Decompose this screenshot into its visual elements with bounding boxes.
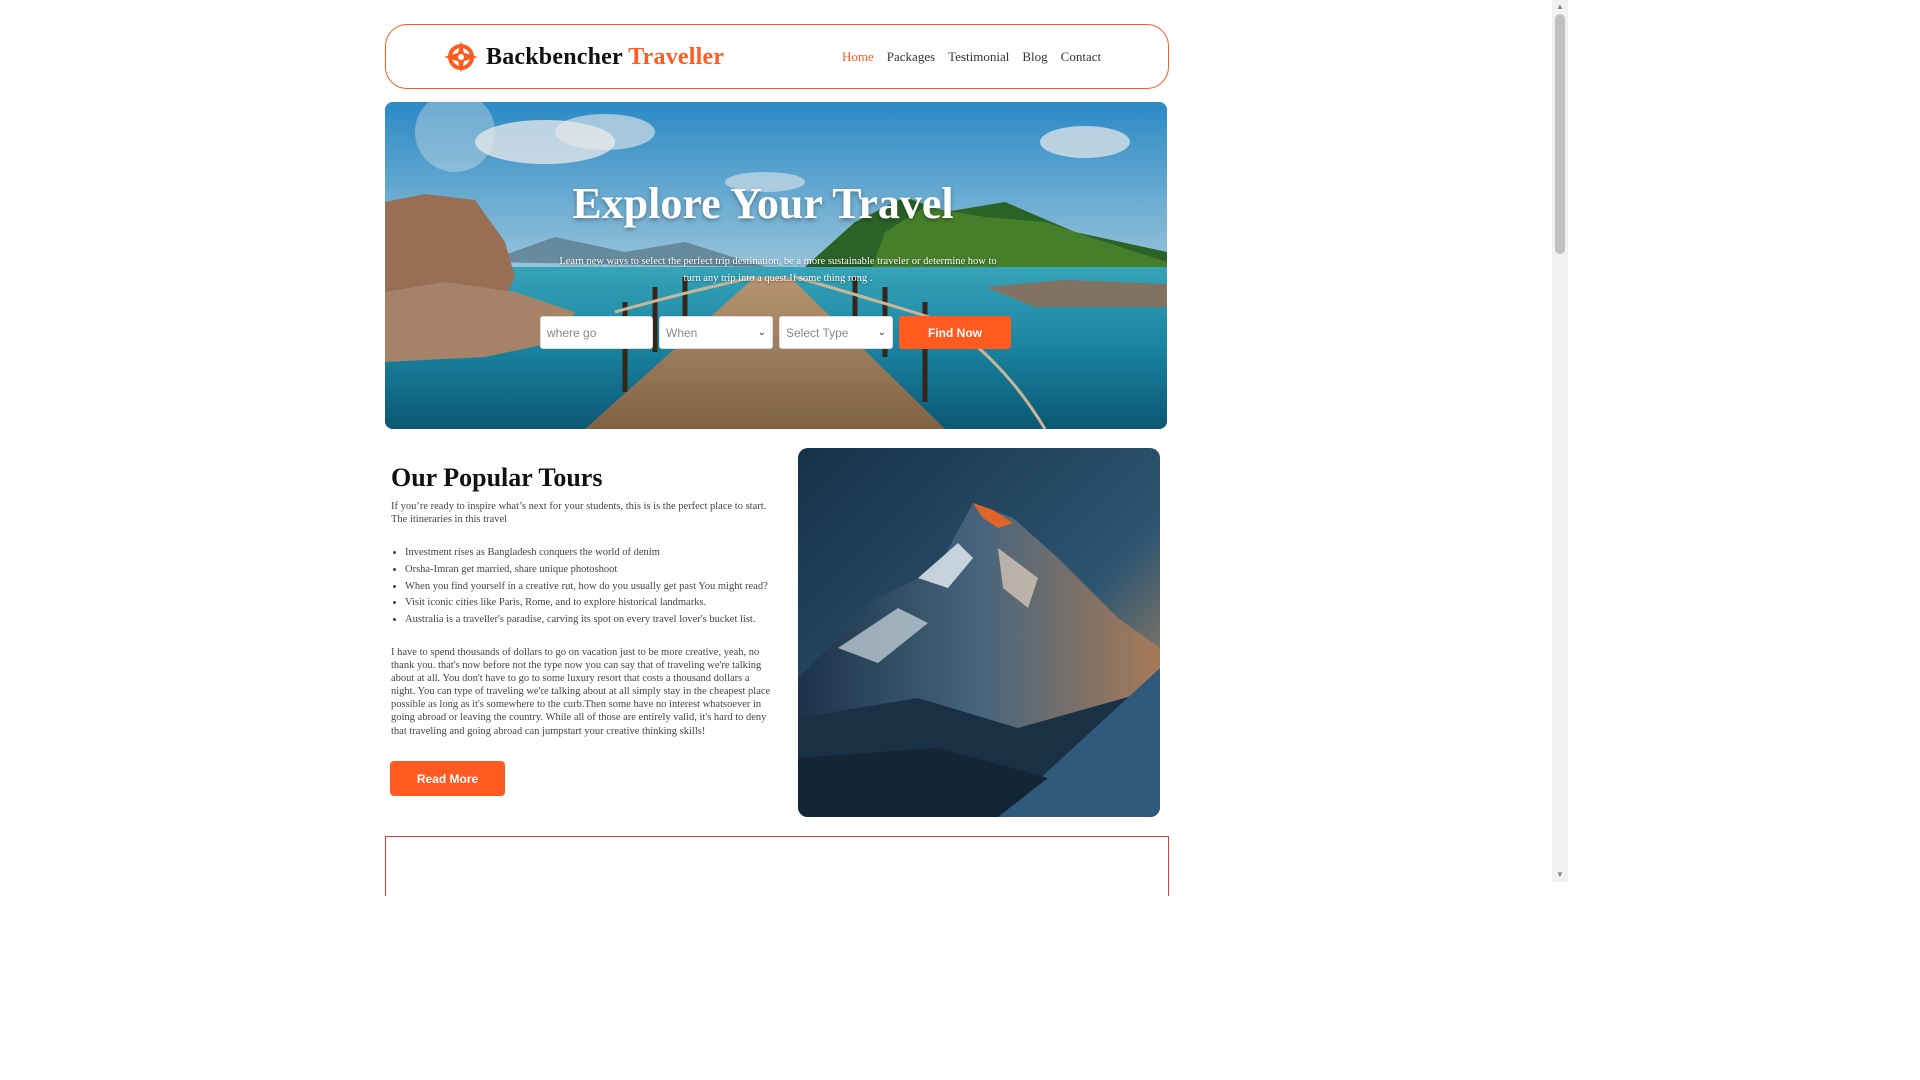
section-title: Our Popular Tours xyxy=(391,463,603,492)
scroll-up-arrow-icon[interactable]: ▲ xyxy=(1552,0,1568,14)
type-value: Select Type xyxy=(786,325,849,340)
site-header: Backbencher Traveller Home Packages Test… xyxy=(385,24,1169,89)
scroll-thumb[interactable] xyxy=(1555,14,1565,254)
section-body: I have to spend thousands of dollars to … xyxy=(391,647,771,737)
hero-subtitle: Learn new ways to select the perfect tri… xyxy=(559,256,997,284)
scroll-down-arrow-icon[interactable]: ▼ xyxy=(1552,868,1568,882)
search-form: where go When ⌄ Select Type ⌄ Find Now xyxy=(540,316,1011,349)
scrollbar[interactable]: ▲ ▼ xyxy=(1552,0,1568,882)
read-more-button[interactable]: Read More xyxy=(390,761,505,796)
next-section-frame xyxy=(385,836,1169,896)
main-nav: Home Packages Testimonial Blog Contact xyxy=(842,49,1101,65)
nav-testimonial[interactable]: Testimonial xyxy=(948,49,1009,65)
hero-title: Explore Your Travel xyxy=(572,179,954,228)
find-now-button[interactable]: Find Now xyxy=(899,316,1011,349)
list-item: Visit iconic cities like Paris, Rome, an… xyxy=(405,596,785,613)
nav-blog[interactable]: Blog xyxy=(1022,49,1047,65)
brand-accent: Traveller xyxy=(628,43,725,70)
tours-list: Investment rises as Bangladesh conquers … xyxy=(405,546,785,630)
nav-contact[interactable]: Contact xyxy=(1061,49,1101,65)
nav-home[interactable]: Home xyxy=(842,49,874,65)
nav-packages[interactable]: Packages xyxy=(887,49,935,65)
logo[interactable]: Backbencher Traveller xyxy=(442,39,724,75)
chevron-down-icon: ⌄ xyxy=(757,327,766,338)
list-item: Investment rises as Bangladesh conquers … xyxy=(405,546,785,563)
mountain-image xyxy=(798,448,1160,817)
when-value: When xyxy=(666,325,698,340)
hero-banner: Explore Your Travel Learn new ways to se… xyxy=(385,102,1167,429)
list-item: Australia is a traveller's paradise, car… xyxy=(405,613,785,630)
type-select[interactable]: Select Type ⌄ xyxy=(779,316,893,349)
brand-name: Backbencher Traveller xyxy=(486,44,724,71)
list-item: Orsha-Imran get married, share unique ph… xyxy=(405,563,785,580)
brand-primary: Backbencher xyxy=(486,43,623,70)
list-item: When you find yourself in a creative rut… xyxy=(405,580,785,597)
chevron-down-icon: ⌄ xyxy=(877,327,886,338)
where-input[interactable]: where go xyxy=(540,316,653,349)
where-placeholder: where go xyxy=(547,325,597,340)
when-select[interactable]: When ⌄ xyxy=(659,316,773,349)
section-intro: If you’re ready to inspire what’s next f… xyxy=(391,501,767,525)
plane-logo-icon xyxy=(444,41,478,73)
